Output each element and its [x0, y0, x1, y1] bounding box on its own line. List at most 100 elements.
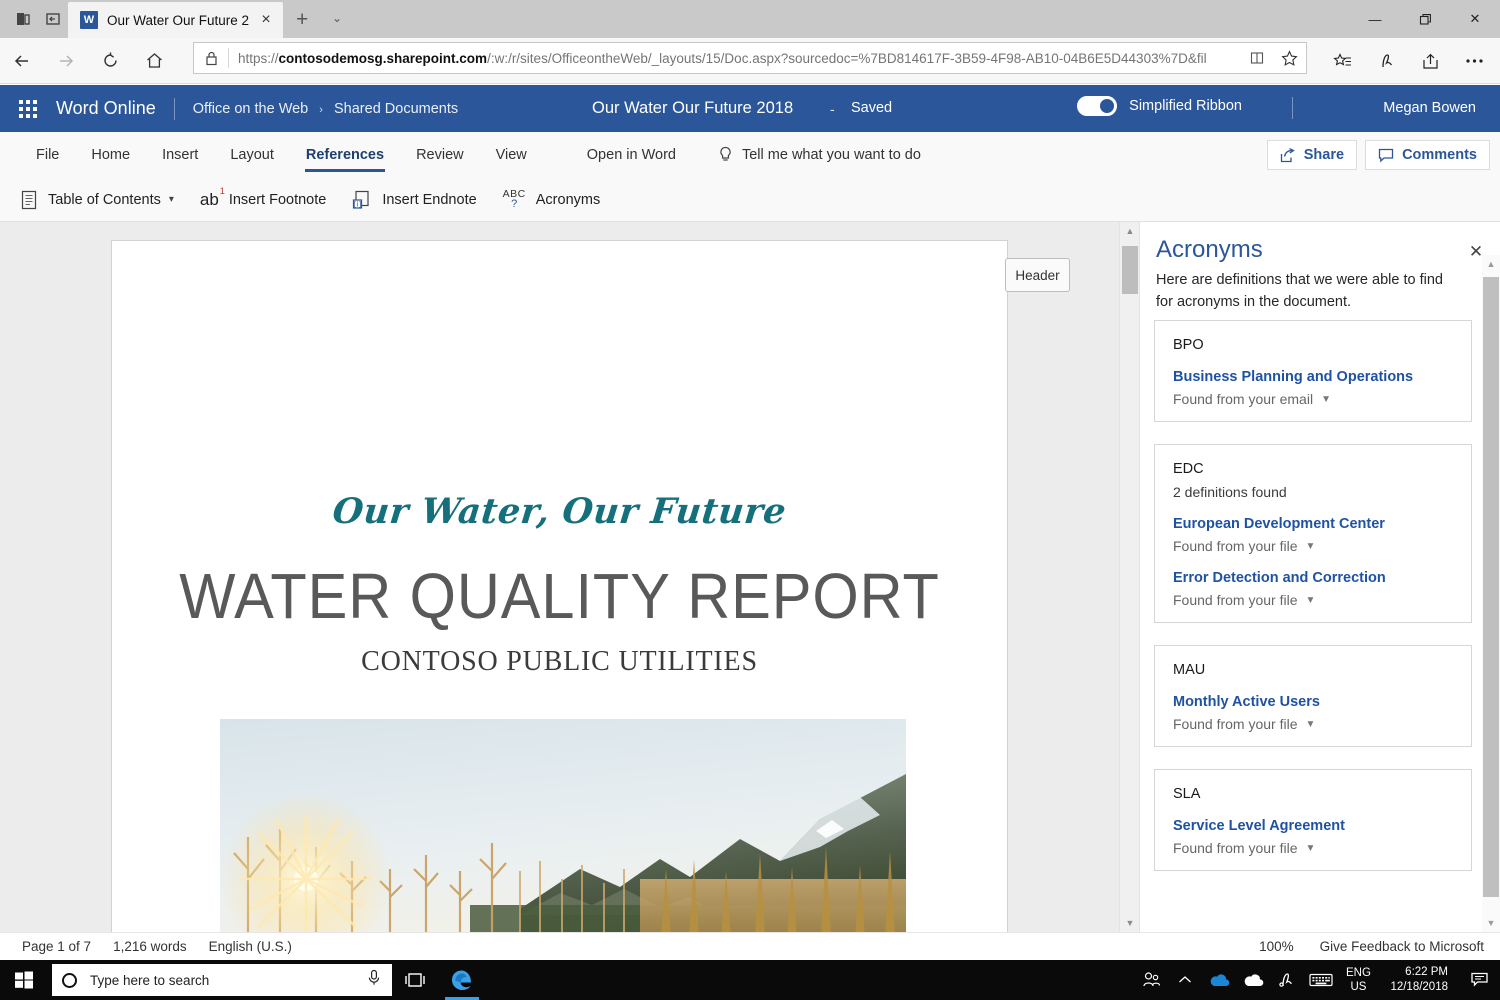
tab-close-icon[interactable]: × — [255, 11, 277, 29]
favorites-hub-icon[interactable] — [1320, 38, 1364, 84]
acronym-card[interactable]: MAU Monthly Active Users Found from your… — [1154, 645, 1472, 747]
share-button[interactable]: Share — [1267, 140, 1357, 170]
pane-scroll-up-icon[interactable]: ▲ — [1482, 255, 1500, 273]
chevron-down-icon[interactable]: ▼ — [1306, 595, 1316, 606]
tab-references[interactable]: References — [290, 132, 400, 178]
user-name[interactable]: Megan Bowen — [1383, 100, 1476, 116]
home-button[interactable] — [132, 38, 176, 84]
definition-title[interactable]: Service Level Agreement — [1173, 818, 1453, 834]
start-button[interactable] — [0, 960, 48, 1000]
touch-keyboard-icon[interactable] — [1304, 960, 1338, 1000]
taskbar-edge-button[interactable] — [438, 960, 486, 1000]
definition-title[interactable]: Business Planning and Operations — [1173, 369, 1453, 385]
save-status[interactable]: Saved — [851, 100, 892, 116]
tell-me-search[interactable]: Tell me what you want to do — [718, 146, 921, 164]
people-icon[interactable] — [1134, 960, 1168, 1000]
clock[interactable]: 6:22 PM 12/18/2018 — [1378, 965, 1460, 995]
onedrive-blue-icon[interactable] — [1202, 960, 1236, 1000]
address-bar[interactable]: https://contosodemosg.sharepoint.com/:w:… — [193, 42, 1307, 74]
notes-pen-icon[interactable] — [1364, 38, 1408, 84]
definition-source[interactable]: Found from your file ▼ — [1173, 592, 1453, 608]
document-image[interactable] — [220, 719, 906, 932]
document-scrollbar[interactable]: ▲ ▼ — [1119, 222, 1139, 932]
tab-layout[interactable]: Layout — [214, 132, 290, 178]
tabs-you-set-aside-icon[interactable] — [34, 0, 72, 38]
acronym-card[interactable]: EDC 2 definitions found European Develop… — [1154, 444, 1472, 623]
page-indicator[interactable]: Page 1 of 7 — [22, 939, 91, 954]
acronym-definition: Error Detection and Correction Found fro… — [1173, 570, 1453, 608]
chevron-down-icon[interactable]: ▼ — [1306, 719, 1316, 730]
document-title[interactable]: Our Water Our Future 2018 — [592, 99, 793, 118]
definition-title[interactable]: Error Detection and Correction — [1173, 570, 1453, 586]
language-indicator[interactable]: ENG US — [1338, 966, 1378, 995]
tab-insert[interactable]: Insert — [146, 132, 214, 178]
tab-home[interactable]: Home — [75, 132, 146, 178]
acronym-card[interactable]: SLA Service Level Agreement Found from y… — [1154, 769, 1472, 871]
tab-view[interactable]: View — [480, 132, 543, 178]
back-button[interactable] — [0, 38, 44, 84]
pane-scroll-down-icon[interactable]: ▼ — [1482, 914, 1500, 932]
simplified-ribbon-toggle[interactable]: Simplified Ribbon — [1077, 96, 1242, 116]
header-region-tag[interactable]: Header — [1005, 258, 1070, 292]
toggle-switch[interactable] — [1077, 96, 1117, 116]
tab-review[interactable]: Review — [400, 132, 480, 178]
definition-source[interactable]: Found from your email ▼ — [1173, 391, 1453, 407]
scroll-down-icon[interactable]: ▼ — [1120, 914, 1140, 932]
pane-scroll-thumb[interactable] — [1483, 277, 1499, 897]
acronym-card[interactable]: BPO Business Planning and Operations Fou… — [1154, 320, 1472, 422]
open-in-word-button[interactable]: Open in Word — [587, 147, 676, 163]
word-count[interactable]: 1,216 words — [113, 939, 187, 954]
favorite-star-icon[interactable] — [1272, 50, 1306, 67]
browser-tab[interactable]: W Our Water Our Future 2 × — [68, 2, 283, 38]
microphone-icon[interactable] — [366, 969, 382, 991]
lightbulb-icon — [718, 146, 733, 164]
definition-source[interactable]: Found from your file ▼ — [1173, 840, 1453, 856]
close-button[interactable]: ✕ — [1450, 0, 1500, 38]
acronyms-button[interactable]: ABC? Acronyms — [503, 189, 601, 211]
document-scroll-thumb[interactable] — [1122, 246, 1138, 294]
task-view-button[interactable] — [392, 960, 438, 1000]
ink-workspace-icon[interactable] — [1270, 960, 1304, 1000]
taskbar-search-input[interactable]: Type here to search — [52, 964, 392, 996]
chevron-down-icon[interactable]: ▼ — [1306, 541, 1316, 552]
app-launcher-waffle-icon[interactable] — [0, 100, 56, 118]
breadcrumb-library[interactable]: Shared Documents — [334, 101, 458, 117]
scroll-up-icon[interactable]: ▲ — [1120, 222, 1140, 240]
tab-menu-chevron-icon[interactable]: ⌄ — [332, 11, 342, 25]
document-canvas[interactable]: Our Water, Our Future WATER QUALITY REPO… — [0, 222, 1139, 932]
onedrive-white-icon[interactable] — [1236, 960, 1270, 1000]
zoom-level[interactable]: 100% — [1259, 939, 1294, 954]
table-of-contents-button[interactable]: Table of Contents ▾ — [20, 190, 174, 210]
give-feedback-link[interactable]: Give Feedback to Microsoft — [1320, 939, 1484, 954]
definition-title[interactable]: European Development Center — [1173, 516, 1453, 532]
chevron-down-icon[interactable]: ▾ — [169, 194, 174, 205]
share-icon[interactable] — [1408, 38, 1452, 84]
reading-view-icon[interactable] — [1242, 51, 1272, 65]
definition-source[interactable]: Found from your file ▼ — [1173, 716, 1453, 732]
definition-title[interactable]: Monthly Active Users — [1173, 694, 1453, 710]
chevron-down-icon[interactable]: ▼ — [1321, 394, 1331, 405]
document-page[interactable]: Our Water, Our Future WATER QUALITY REPO… — [111, 240, 1008, 932]
show-hidden-icons-chevron[interactable] — [1168, 960, 1202, 1000]
tab-file[interactable]: File — [20, 132, 75, 178]
app-name[interactable]: Word Online — [56, 98, 174, 119]
minimize-button[interactable]: — — [1350, 0, 1400, 38]
forward-button[interactable] — [44, 38, 88, 84]
breadcrumb-site[interactable]: Office on the Web — [193, 101, 309, 117]
new-tab-button[interactable]: + — [296, 8, 308, 32]
maximize-button[interactable] — [1400, 0, 1450, 38]
refresh-button[interactable] — [88, 38, 132, 84]
definition-source[interactable]: Found from your file ▼ — [1173, 538, 1453, 554]
pane-scrollbar[interactable]: ▲ ▼ — [1482, 255, 1500, 932]
notifications-button[interactable] — [1460, 960, 1500, 1000]
definition-source-label: Found from your file — [1173, 840, 1298, 856]
insert-footnote-button[interactable]: ab1 Insert Footnote — [200, 190, 326, 210]
language-indicator[interactable]: English (U.S.) — [209, 939, 292, 954]
comments-button[interactable]: Comments — [1365, 140, 1490, 170]
document-main-title: WATER QUALITY REPORT — [143, 559, 975, 633]
more-options-icon[interactable] — [1452, 38, 1496, 84]
lock-icon — [194, 51, 228, 66]
chevron-down-icon[interactable]: ▼ — [1306, 843, 1316, 854]
definition-source-label: Found from your file — [1173, 592, 1298, 608]
insert-endnote-button[interactable]: [i] Insert Endnote — [352, 190, 476, 210]
